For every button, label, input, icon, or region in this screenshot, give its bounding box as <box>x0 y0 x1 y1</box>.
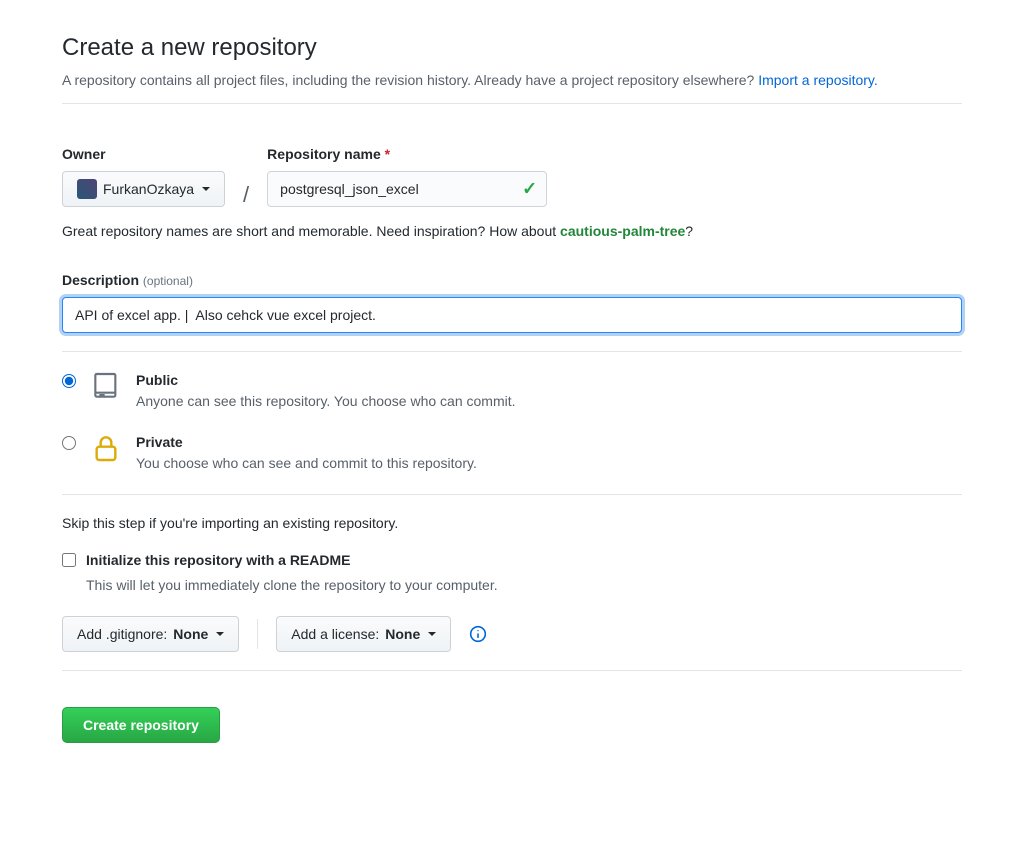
repo-name-label-text: Repository name <box>267 146 381 162</box>
required-marker: * <box>385 146 390 162</box>
divider <box>62 351 962 352</box>
page-title: Create a new repository <box>62 30 962 66</box>
owner-label: Owner <box>62 144 225 165</box>
checkmark-icon: ✓ <box>522 176 537 203</box>
repository-name-input[interactable] <box>267 171 547 207</box>
caret-down-icon <box>428 632 436 636</box>
private-desc: You choose who can see and commit to thi… <box>136 453 962 474</box>
skip-note: Skip this step if you're importing an ex… <box>62 513 962 534</box>
lock-icon <box>90 432 122 464</box>
path-separator: / <box>243 178 249 211</box>
name-hint: Great repository names are short and mem… <box>62 221 962 242</box>
divider <box>62 103 962 104</box>
owner-select-button[interactable]: FurkanOzkaya <box>62 171 225 207</box>
initialize-readme-desc: This will let you immediately clone the … <box>86 575 962 596</box>
avatar <box>77 179 97 199</box>
initialize-readme-checkbox[interactable] <box>62 553 76 567</box>
add-license-button[interactable]: Add a license: None <box>276 616 451 652</box>
description-input[interactable] <box>62 297 962 333</box>
divider <box>62 494 962 495</box>
license-value: None <box>385 624 420 644</box>
repo-name-label: Repository name * <box>267 144 547 165</box>
public-title: Public <box>136 370 962 391</box>
optional-label: (optional) <box>143 274 193 288</box>
public-desc: Anyone can see this repository. You choo… <box>136 391 962 412</box>
gitignore-value: None <box>173 624 208 644</box>
private-title: Private <box>136 432 962 453</box>
info-icon[interactable] <box>469 625 487 643</box>
description-label-text: Description <box>62 272 139 288</box>
vertical-divider <box>257 619 258 649</box>
import-repository-link[interactable]: Import a repository. <box>758 72 878 88</box>
description-label: Description (optional) <box>62 270 962 291</box>
license-prefix: Add a license: <box>291 624 379 644</box>
caret-down-icon <box>216 632 224 636</box>
repo-icon <box>90 370 122 402</box>
visibility-public-option[interactable]: Public Anyone can see this repository. Y… <box>62 370 962 412</box>
add-gitignore-button[interactable]: Add .gitignore: None <box>62 616 239 652</box>
page-subhead: A repository contains all project files,… <box>62 70 962 91</box>
visibility-private-option[interactable]: Private You choose who can see and commi… <box>62 432 962 474</box>
name-hint-suffix: ? <box>685 223 693 239</box>
private-radio[interactable] <box>62 436 76 450</box>
public-radio[interactable] <box>62 374 76 388</box>
gitignore-prefix: Add .gitignore: <box>77 624 167 644</box>
initialize-readme-label[interactable]: Initialize this repository with a README <box>86 550 350 571</box>
owner-name: FurkanOzkaya <box>103 179 194 199</box>
name-hint-prefix: Great repository names are short and mem… <box>62 223 560 239</box>
name-suggestion[interactable]: cautious-palm-tree <box>560 223 685 239</box>
divider <box>62 670 962 671</box>
subhead-text: A repository contains all project files,… <box>62 72 758 88</box>
create-repository-button[interactable]: Create repository <box>62 707 220 743</box>
caret-down-icon <box>202 187 210 191</box>
